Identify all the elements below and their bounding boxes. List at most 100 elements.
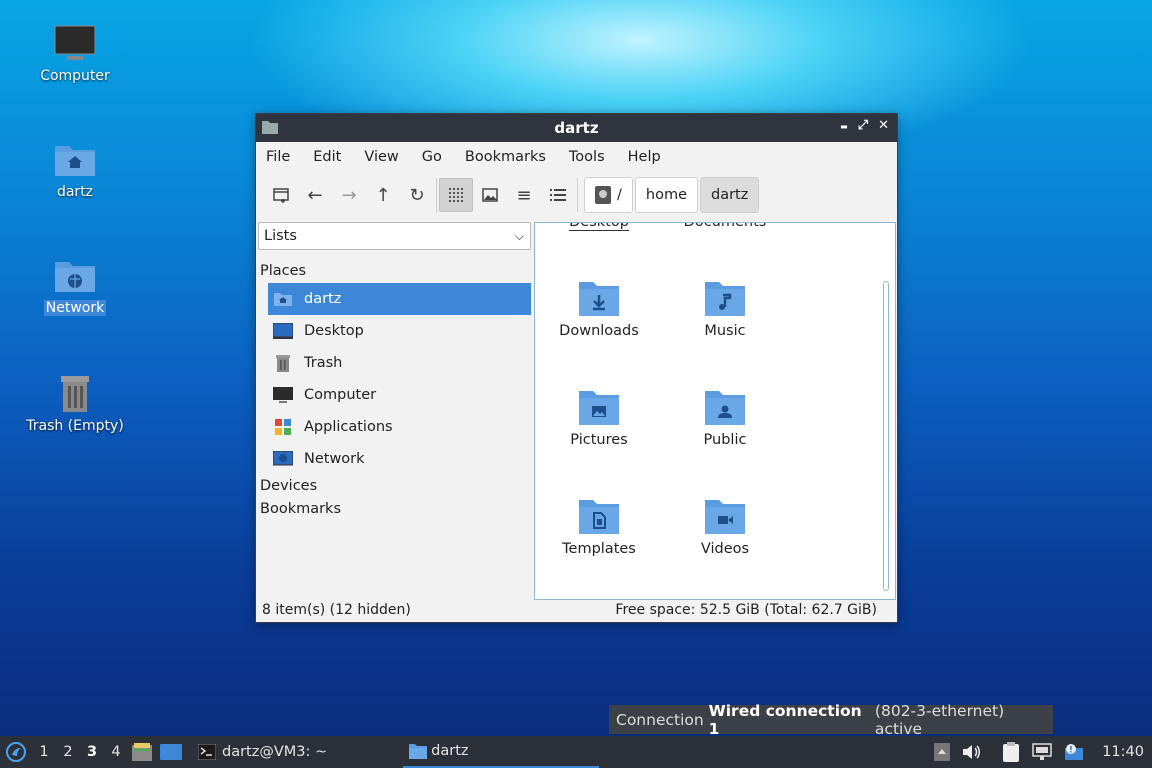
arrow-up-icon: ↑	[375, 184, 391, 206]
taskbar: 1 2 3 4 dartz@VM3: ~ dartz 11:40	[0, 736, 1152, 768]
menu-view[interactable]: View	[364, 149, 398, 165]
updates-button[interactable]	[1064, 743, 1084, 761]
breadcrumb: / home dartz	[584, 177, 761, 213]
menu-go[interactable]: Go	[422, 149, 442, 165]
volume-icon	[963, 745, 981, 759]
volume-button[interactable]	[962, 743, 982, 761]
folder-item-pictures[interactable]: Pictures	[539, 388, 659, 448]
tray-expand-button[interactable]	[934, 743, 951, 761]
quicklaunch-show-desktop[interactable]	[156, 736, 186, 768]
folder-icon	[409, 744, 428, 759]
place-item-desktop[interactable]: Desktop	[268, 315, 531, 347]
start-menu-button[interactable]	[0, 742, 32, 762]
place-item-computer[interactable]: Computer	[268, 379, 531, 411]
desktop-icon-computer[interactable]: Computer	[10, 24, 140, 84]
back-button[interactable]: ←	[298, 178, 332, 212]
new-tab-button[interactable]	[264, 178, 298, 212]
toolbar: ← → ↑ ↻ ≡ / home dartz	[256, 172, 897, 218]
task-label: dartz	[431, 743, 469, 759]
desktop-icon-network[interactable]: Network	[10, 256, 140, 316]
folder-item-documents[interactable]: Documents	[665, 223, 785, 230]
folder-item-label: Videos	[700, 541, 750, 557]
folder-item-label: Downloads	[559, 323, 639, 339]
task-terminal[interactable]: dartz@VM3: ~	[192, 736, 333, 768]
devices-header[interactable]: Devices	[256, 475, 533, 498]
show-desktop-icon	[160, 744, 182, 760]
file-manager-icon	[132, 743, 152, 761]
folder-item-videos[interactable]: Videos	[665, 497, 785, 557]
breadcrumb-root[interactable]: /	[584, 177, 633, 213]
desktop-icon-label: Computer	[40, 68, 110, 84]
quicklaunch-file-manager[interactable]	[128, 736, 156, 768]
breadcrumb-dartz[interactable]: dartz	[700, 177, 760, 213]
desktop-icon-home[interactable]: dartz	[10, 140, 140, 200]
network-status-button[interactable]	[1032, 743, 1052, 761]
maximize-button[interactable]: ⤢	[858, 118, 868, 136]
vertical-scrollbar[interactable]	[883, 281, 889, 591]
side-pane-mode-select[interactable]: Lists ⌵	[258, 222, 531, 250]
window-titlebar[interactable]: dartz ▬ ⤢ ✕	[256, 114, 897, 142]
detailed-view-button[interactable]	[541, 178, 575, 212]
desktop-icon-label: Network	[43, 300, 107, 316]
computer-icon	[54, 25, 96, 60]
menu-bookmarks[interactable]: Bookmarks	[465, 149, 546, 165]
folder-item-music[interactable]: Music	[665, 279, 785, 339]
videos-folder-icon	[705, 500, 745, 534]
place-item-network[interactable]: Network	[268, 443, 531, 475]
arrow-right-icon: →	[341, 184, 357, 206]
network-icon	[273, 451, 293, 466]
clipboard-button[interactable]	[1002, 742, 1020, 762]
thumbnail-view-button[interactable]	[473, 178, 507, 212]
clock[interactable]: 11:40	[1102, 744, 1144, 760]
trash-icon	[276, 355, 290, 372]
window-title: dartz	[554, 119, 599, 137]
pictures-folder-icon	[579, 391, 619, 425]
folder-item-label: Templates	[562, 541, 636, 557]
lubuntu-logo-icon	[6, 742, 26, 762]
reload-icon: ↻	[409, 184, 425, 206]
compact-view-button[interactable]: ≡	[507, 178, 541, 212]
folder-item-desktop[interactable]: Desktop	[539, 223, 659, 231]
desktop-icon	[273, 323, 293, 339]
places-header[interactable]: Places	[256, 260, 533, 283]
new-tab-icon	[273, 188, 289, 203]
image-icon	[482, 188, 498, 202]
icon-view-button[interactable]	[439, 178, 473, 212]
menu-help[interactable]: Help	[628, 149, 661, 165]
folder-item-templates[interactable]: Templates	[539, 497, 659, 557]
breadcrumb-home[interactable]: home	[634, 177, 698, 213]
templates-folder-icon	[579, 500, 619, 534]
folder-item-downloads[interactable]: Downloads	[539, 279, 659, 339]
public-folder-icon	[705, 391, 745, 425]
place-item-applications[interactable]: Applications	[268, 411, 531, 443]
workspace-4[interactable]: 4	[104, 744, 128, 760]
folder-view[interactable]: Desktop Documents Downloads Music Pictur…	[534, 222, 896, 600]
menu-file[interactable]: File	[266, 149, 290, 165]
folder-item-label: Music	[704, 323, 746, 339]
reload-button[interactable]: ↻	[400, 178, 434, 212]
status-item-count: 8 item(s) (12 hidden)	[262, 602, 411, 618]
close-button[interactable]: ✕	[878, 118, 889, 136]
network-notification[interactable]: Connection Wired connection 1 (802-3-eth…	[609, 702, 1053, 738]
workspace-3[interactable]: 3	[80, 744, 104, 760]
forward-button[interactable]: →	[332, 178, 366, 212]
place-label: Applications	[304, 419, 393, 435]
desktop-icon-label: Trash (Empty)	[26, 418, 124, 434]
music-folder-icon	[705, 282, 745, 316]
menu-tools[interactable]: Tools	[569, 149, 605, 165]
task-file-manager[interactable]: dartz	[403, 736, 600, 768]
place-item-home[interactable]: dartz	[268, 283, 531, 315]
computer-icon	[273, 387, 293, 403]
place-item-trash[interactable]: Trash	[268, 347, 531, 379]
folder-item-public[interactable]: Public	[665, 388, 785, 448]
menu-edit[interactable]: Edit	[313, 149, 341, 165]
downloads-folder-icon	[579, 282, 619, 316]
task-label: dartz@VM3: ~	[222, 744, 328, 760]
up-button[interactable]: ↑	[366, 178, 400, 212]
status-free-space: Free space: 52.5 GiB (Total: 62.7 GiB)	[615, 602, 877, 618]
minimize-button[interactable]: ▬	[840, 118, 848, 136]
desktop-icon-trash[interactable]: Trash (Empty)	[10, 372, 140, 434]
bookmarks-header[interactable]: Bookmarks	[256, 498, 533, 521]
workspace-1[interactable]: 1	[32, 744, 56, 760]
workspace-2[interactable]: 2	[56, 744, 80, 760]
